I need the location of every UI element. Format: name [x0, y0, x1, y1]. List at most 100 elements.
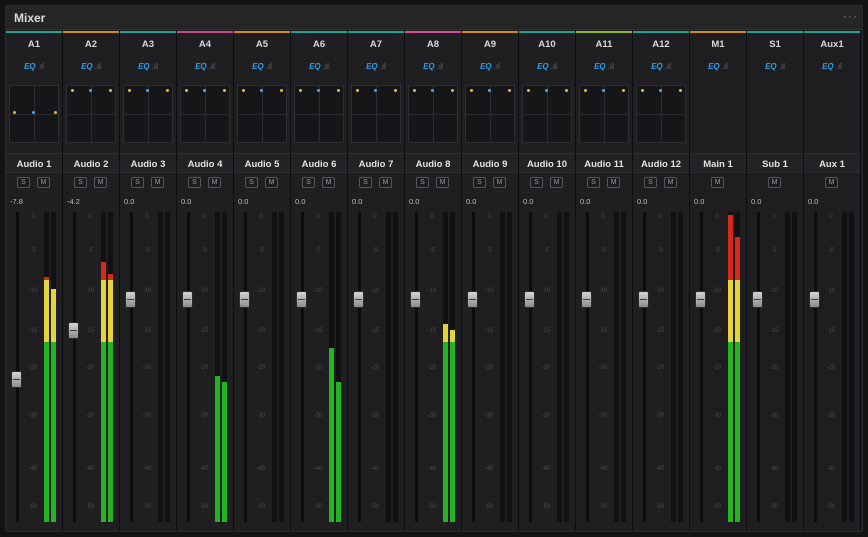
mute-button[interactable]: M: [436, 177, 449, 188]
solo-button[interactable]: S: [131, 177, 144, 188]
fader-knob[interactable]: [125, 291, 136, 308]
fader-knob[interactable]: [467, 291, 478, 308]
db-scale-label: -10: [712, 288, 722, 294]
eq-button[interactable]: EQ .ıl: [120, 62, 176, 76]
pan-control[interactable]: [522, 85, 572, 143]
db-scale-label: -40: [826, 466, 836, 472]
pan-dot: [54, 111, 57, 114]
mute-button[interactable]: M: [768, 177, 781, 188]
db-scale-label: -20: [484, 365, 494, 371]
channel-strip: A12 EQ .ıl Audio 12 S M 0.0 0 -5 -10 -15 -20 -30 -40 -…: [633, 31, 690, 531]
fader-knob[interactable]: [638, 291, 649, 308]
fader-knob[interactable]: [809, 291, 820, 308]
solo-button[interactable]: S: [245, 177, 258, 188]
fader-knob[interactable]: [296, 291, 307, 308]
eq-button[interactable]: EQ .ıl: [462, 62, 518, 76]
solo-button[interactable]: S: [302, 177, 315, 188]
fader-knob[interactable]: [68, 322, 79, 339]
pan-control[interactable]: [579, 85, 629, 143]
db-scale-label: -5: [87, 248, 93, 254]
eq-label: EQ: [423, 62, 435, 71]
eq-button[interactable]: EQ .ıl: [177, 62, 233, 76]
fader-knob[interactable]: [581, 291, 592, 308]
pan-control[interactable]: [123, 85, 173, 143]
mute-button[interactable]: M: [151, 177, 164, 188]
solo-button[interactable]: S: [188, 177, 201, 188]
eq-button[interactable]: EQ .ıl: [804, 62, 860, 76]
eq-button[interactable]: EQ .ıl: [405, 62, 461, 76]
mute-button[interactable]: M: [493, 177, 506, 188]
pan-dot: [223, 89, 226, 92]
fader-knob[interactable]: [11, 371, 22, 388]
eq-button[interactable]: EQ .ıl: [63, 62, 119, 76]
solo-button[interactable]: S: [473, 177, 486, 188]
fader-knob[interactable]: [695, 291, 706, 308]
mute-button[interactable]: M: [94, 177, 107, 188]
db-scale-label: -10: [85, 288, 95, 294]
db-scale-label: -15: [85, 328, 95, 334]
solo-button[interactable]: S: [416, 177, 429, 188]
fader-knob[interactable]: [410, 291, 421, 308]
db-scale-label: -30: [142, 413, 152, 419]
pan-control[interactable]: [237, 85, 287, 143]
fader-knob[interactable]: [353, 291, 364, 308]
meter-yellow-segment: [443, 324, 448, 342]
mute-button[interactable]: M: [550, 177, 563, 188]
solo-button[interactable]: S: [359, 177, 372, 188]
solo-button[interactable]: S: [644, 177, 657, 188]
mute-button[interactable]: M: [37, 177, 50, 188]
track-color-bar: [177, 31, 233, 33]
eq-button[interactable]: EQ .ıl: [519, 62, 575, 76]
mute-button[interactable]: M: [322, 177, 335, 188]
meter-green-segment: [329, 348, 334, 522]
solo-button[interactable]: S: [587, 177, 600, 188]
pan-dot: [545, 89, 548, 92]
pan-control[interactable]: [408, 85, 458, 143]
solo-button[interactable]: S: [530, 177, 543, 188]
solo-button[interactable]: S: [17, 177, 30, 188]
db-scale-label: 0: [88, 214, 92, 220]
eq-button[interactable]: EQ .ıl: [576, 62, 632, 76]
channel-strip: A8 EQ .ıl Audio 8 S M 0.0 0 -5 -10 -15 -20 -30 -40 -50: [405, 31, 462, 531]
channel-name-row: Audio 12: [633, 153, 689, 173]
pan-control[interactable]: [9, 85, 59, 143]
fader-level-readout: 0.0: [295, 197, 306, 206]
pan-control[interactable]: [465, 85, 515, 143]
db-scale-label: -15: [142, 328, 152, 334]
mute-button[interactable]: M: [607, 177, 620, 188]
solo-button[interactable]: S: [74, 177, 87, 188]
eq-button[interactable]: EQ .ıl: [234, 62, 290, 76]
ellipsis-icon[interactable]: ···: [843, 9, 858, 23]
pan-control[interactable]: [636, 85, 686, 143]
eq-button[interactable]: EQ .ıl: [348, 62, 404, 76]
eq-button[interactable]: EQ .ıl: [633, 62, 689, 76]
track-color-bar: [804, 31, 860, 33]
db-scale-label: -20: [826, 365, 836, 371]
pan-grid-line: [91, 86, 92, 142]
fader-knob[interactable]: [524, 291, 535, 308]
eq-bars-icon: .ıl: [550, 62, 557, 71]
mute-button[interactable]: M: [664, 177, 677, 188]
pan-control[interactable]: [351, 85, 401, 143]
track-label: A5: [255, 39, 269, 50]
db-scale-label: -50: [370, 504, 380, 510]
pan-control[interactable]: [294, 85, 344, 143]
fader-knob[interactable]: [752, 291, 763, 308]
channel-name-row: Audio 9: [462, 153, 518, 173]
track-color-bar: [291, 31, 347, 33]
pan-control[interactable]: [66, 85, 116, 143]
mute-button[interactable]: M: [379, 177, 392, 188]
eq-button[interactable]: EQ .ıl: [690, 62, 746, 76]
eq-label: EQ: [537, 62, 549, 71]
mute-button[interactable]: M: [825, 177, 838, 188]
eq-button[interactable]: EQ .ıl: [6, 62, 62, 76]
fader-knob[interactable]: [239, 291, 250, 308]
mute-button[interactable]: M: [265, 177, 278, 188]
pan-control[interactable]: [180, 85, 230, 143]
mute-button[interactable]: M: [711, 177, 724, 188]
eq-button[interactable]: EQ .ıl: [747, 62, 803, 76]
fader-knob[interactable]: [182, 291, 193, 308]
eq-button[interactable]: EQ .ıl: [291, 62, 347, 76]
mute-button[interactable]: M: [208, 177, 221, 188]
fader-area: 0 -5 -10 -15 -20 -30 -40 -50: [6, 208, 62, 526]
